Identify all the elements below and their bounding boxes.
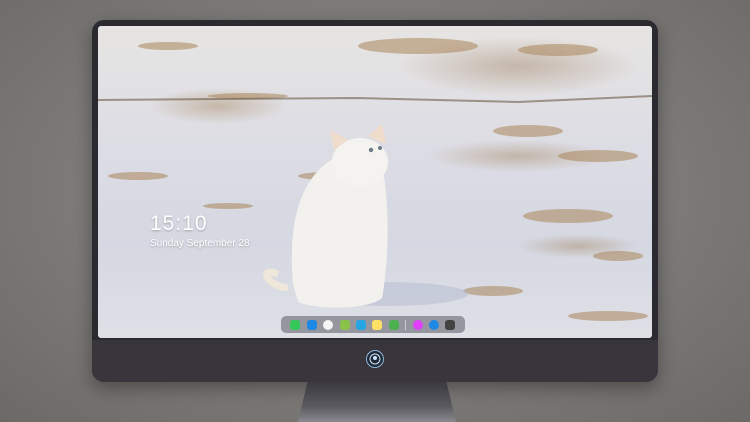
dock <box>281 316 465 333</box>
camera-icon[interactable] <box>445 319 456 330</box>
desktop-screen: 15:10 Sunday September 28 <box>98 26 652 338</box>
maps-icon[interactable] <box>339 319 350 330</box>
app-store-icon[interactable] <box>429 319 440 330</box>
music-icon[interactable] <box>412 319 423 330</box>
wallpaper-cat-in-snow <box>98 38 652 321</box>
lock-screen-time: 15:10 <box>150 212 208 235</box>
lock-screen-date: Sunday September 28 <box>150 238 250 249</box>
photos-icon[interactable] <box>388 319 399 330</box>
notes-icon[interactable] <box>372 319 383 330</box>
messages-icon[interactable] <box>290 319 301 330</box>
brand-logo-icon <box>366 350 384 368</box>
monitor-stand <box>298 382 456 422</box>
clock-icon[interactable] <box>323 319 334 330</box>
dock-separator <box>405 319 407 330</box>
clapper-icon[interactable] <box>356 319 367 330</box>
mail-icon[interactable] <box>306 319 317 330</box>
